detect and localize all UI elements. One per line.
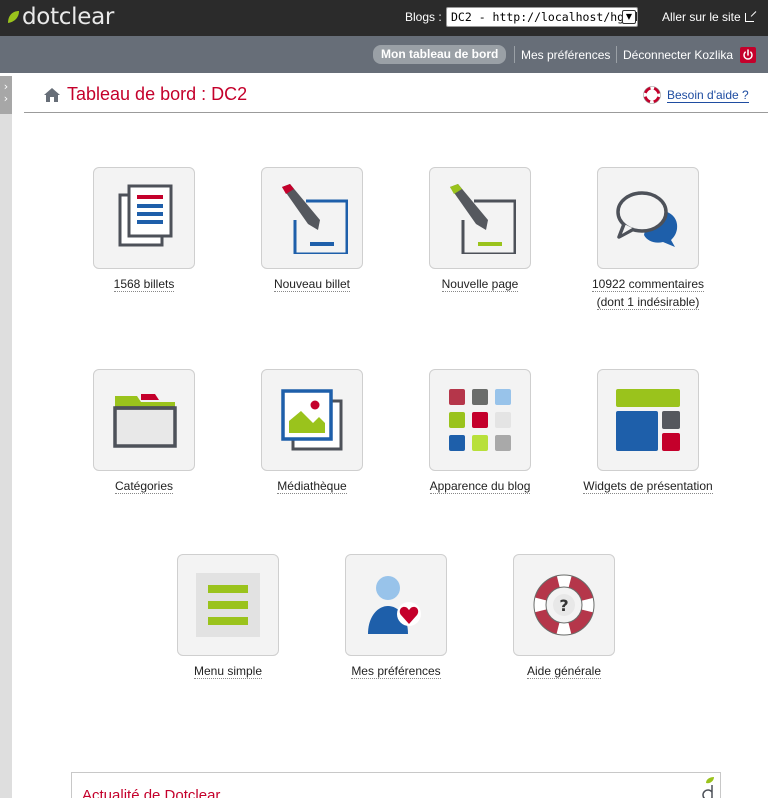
help-link[interactable]: Besoin d'aide ? <box>643 86 749 104</box>
widgets-icon <box>616 389 680 451</box>
posts-icon <box>118 184 173 247</box>
tile-general-help-label[interactable]: Aide générale <box>526 664 602 679</box>
nav-divider <box>514 46 515 63</box>
help-icon: ? <box>533 574 595 636</box>
top-bar: dotclear Blogs : DC2 - http://localhost/… <box>0 0 768 36</box>
tile-comments-sublabel[interactable]: (dont 1 indésirable) <box>596 295 700 310</box>
tile-new-post-box[interactable] <box>261 167 363 269</box>
lifebuoy-icon <box>643 86 661 104</box>
nav-dashboard[interactable]: Mon tableau de bord <box>373 45 507 64</box>
nav-logout[interactable]: Déconnecter Kozlika <box>623 48 733 62</box>
nav-preferences[interactable]: Mes préférences <box>521 48 610 62</box>
goto-site-label: Aller sur le site <box>662 10 741 24</box>
new-page-icon <box>450 184 516 254</box>
tile-media-label[interactable]: Médiathèque <box>277 479 347 494</box>
tile-comments[interactable]: 10922 commentaires (dont 1 indésirable) <box>578 167 718 311</box>
tile-widgets[interactable]: Widgets de présentation <box>578 369 718 495</box>
tile-preferences[interactable]: Mes préférences <box>326 554 466 680</box>
tile-categories-label[interactable]: Catégories <box>114 479 174 494</box>
tile-widgets-box[interactable] <box>597 369 699 471</box>
tile-widgets-label[interactable]: Widgets de présentation <box>583 479 713 494</box>
dotclear-d-icon <box>702 777 714 798</box>
blog-select[interactable]: DC2 - http://localhost/hg-dc ▼ <box>446 7 638 27</box>
page-title: Tableau de bord : DC2 <box>43 84 247 105</box>
expand-sidebar-button[interactable]: › › <box>0 76 12 114</box>
blogs-label: Blogs : <box>405 10 442 24</box>
home-icon[interactable] <box>43 87 61 103</box>
tile-posts[interactable]: 1568 billets <box>74 167 214 293</box>
page-title-text: Tableau de bord : DC2 <box>67 84 248 104</box>
tile-general-help-box[interactable]: ? <box>513 554 615 656</box>
dotclear-logo[interactable]: dotclear <box>6 2 114 32</box>
sidebar-collapsed: › › <box>0 76 12 798</box>
preferences-icon <box>368 576 421 634</box>
tile-appearance-box[interactable] <box>429 369 531 471</box>
news-title: Actualité de Dotclear <box>82 787 221 798</box>
logo-text: dotclear <box>22 4 115 30</box>
new-post-icon <box>282 184 348 254</box>
tile-media[interactable]: Médiathèque <box>242 369 382 495</box>
tile-new-page-label[interactable]: Nouvelle page <box>441 277 519 292</box>
tile-comments-label[interactable]: 10922 commentaires <box>591 277 705 292</box>
categories-icon <box>113 394 177 448</box>
tile-new-post-label[interactable]: Nouveau billet <box>273 277 351 292</box>
goto-site-link[interactable]: Aller sur le site <box>662 10 754 24</box>
comments-icon <box>616 191 678 247</box>
header-divider <box>24 112 768 113</box>
tile-simple-menu[interactable]: Menu simple <box>158 554 298 680</box>
tile-new-page-box[interactable] <box>429 167 531 269</box>
menu-icon <box>196 573 260 637</box>
tile-general-help[interactable]: ? Aide générale <box>494 554 634 680</box>
power-icon[interactable] <box>740 47 756 63</box>
user-nav-bar: Mon tableau de bord Mes préférences Déco… <box>0 36 768 73</box>
help-link-label: Besoin d'aide ? <box>667 87 749 103</box>
leaf-icon <box>8 11 19 23</box>
blog-select-value: DC2 - http://localhost/hg-dc <box>451 10 638 24</box>
tile-simple-menu-label[interactable]: Menu simple <box>193 664 263 679</box>
svg-text:?: ? <box>559 596 568 615</box>
appearance-icon <box>449 389 511 451</box>
external-link-icon <box>744 12 754 22</box>
tile-categories[interactable]: Catégories <box>74 369 214 495</box>
tile-new-page[interactable]: Nouvelle page <box>410 167 550 293</box>
tile-posts-label[interactable]: 1568 billets <box>113 277 175 292</box>
tile-preferences-box[interactable] <box>345 554 447 656</box>
nav-divider <box>616 46 617 63</box>
chevron-down-icon: ▼ <box>622 10 636 24</box>
tile-categories-box[interactable] <box>93 369 195 471</box>
tile-appearance[interactable]: Apparence du blog <box>410 369 550 495</box>
tile-media-box[interactable] <box>261 369 363 471</box>
dotclear-news-panel: Actualité de Dotclear <box>71 772 721 798</box>
tile-preferences-label[interactable]: Mes préférences <box>351 664 441 679</box>
tile-posts-box[interactable] <box>93 167 195 269</box>
media-icon <box>281 389 343 451</box>
tile-comments-box[interactable] <box>597 167 699 269</box>
tile-new-post[interactable]: Nouveau billet <box>242 167 382 293</box>
tile-simple-menu-box[interactable] <box>177 554 279 656</box>
tile-appearance-label[interactable]: Apparence du blog <box>429 479 531 494</box>
